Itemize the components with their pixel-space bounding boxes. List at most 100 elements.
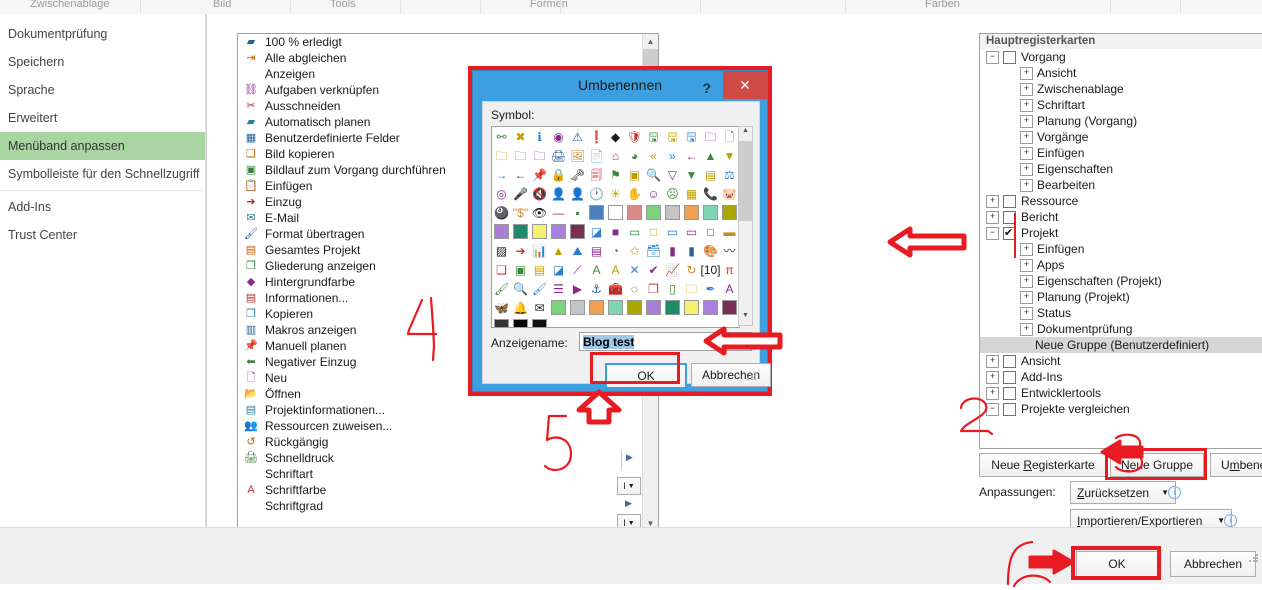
symbol-cell[interactable]: 👤 xyxy=(568,184,587,203)
symbol-cell[interactable]: ✳ xyxy=(606,184,625,203)
symbol-cell[interactable]: 📈 xyxy=(663,260,682,279)
tree-row[interactable]: + Dokumentprüfung xyxy=(980,321,1262,337)
symbol-cell[interactable]: — xyxy=(549,203,568,222)
symbol-cell[interactable]: ▲ xyxy=(701,146,720,165)
tree-row[interactable]: + Vorgänge xyxy=(980,129,1262,145)
symbol-cell[interactable] xyxy=(511,317,530,327)
symbol-cell[interactable]: ☹ xyxy=(663,184,682,203)
symbol-cell[interactable]: ☰ xyxy=(549,279,568,298)
expand-plus-icon[interactable]: + xyxy=(1020,274,1033,288)
symbol-cell[interactable]: 📞 xyxy=(701,184,720,203)
symbol-cell[interactable]: A xyxy=(606,260,625,279)
symbol-cell[interactable]: 🗀 xyxy=(530,146,549,165)
symbol-cell[interactable]: 🔍 xyxy=(511,279,530,298)
tree-row[interactable]: + Schriftart xyxy=(980,97,1262,113)
tree-checkbox[interactable] xyxy=(1003,194,1016,208)
symbol-cell[interactable]: 🗀 xyxy=(682,279,701,298)
symbol-cell[interactable] xyxy=(701,203,720,222)
tree-row[interactable]: + Ansicht xyxy=(980,65,1262,81)
symbol-cell[interactable]: 🔔 xyxy=(511,298,530,317)
symbol-cell[interactable]: ▭ xyxy=(682,222,701,241)
symbol-cell[interactable] xyxy=(625,203,644,222)
symbol-cell[interactable] xyxy=(568,222,587,241)
symbol-cell[interactable]: 🕐 xyxy=(587,184,606,203)
symbol-cell[interactable]: ▲ xyxy=(549,241,568,260)
reset-dropdown[interactable]: Zurücksetzen ▼ xyxy=(1070,481,1176,504)
tree-row[interactable]: + Apps xyxy=(980,257,1262,273)
symbol-cell[interactable]: ▮ xyxy=(682,241,701,260)
symbol-cell[interactable] xyxy=(549,222,568,241)
symbol-picker-grid[interactable]: ⚯ ✖ ℹ ◉ ⚠ ❗ ◆ 🛡 🖫 🖫 🖫 🗀 🗋 🗀 🗀 🗀 🖨 🖼 📄 ⌂ ◕ «» ← ▲ ▼ → ← 📌 🔒 🗝 🗐 ⚑ ▣ 🔍 ▽ ▼ ▤ ⚖ ◎… xyxy=(491,126,740,328)
expand-plus-icon[interactable]: + xyxy=(1020,114,1033,128)
symbol-cell[interactable] xyxy=(606,203,625,222)
expand-plus-icon[interactable]: + xyxy=(986,354,999,368)
symbol-cell[interactable]: 🔒 xyxy=(549,165,568,184)
symbol-cell[interactable] xyxy=(663,203,682,222)
symbol-cell[interactable]: 📊 xyxy=(530,241,549,260)
tree-row[interactable]: + Eigenschaften xyxy=(980,161,1262,177)
symbol-cell[interactable]: 📌 xyxy=(530,165,549,184)
main-tabs-tree[interactable]: Hauptregisterkarten − Vorgang + Ansicht + Zwi… xyxy=(979,33,1262,449)
symbol-cell[interactable]: 🗀 xyxy=(701,127,720,146)
symbol-cell[interactable]: 🐷 xyxy=(720,184,739,203)
symbol-cell[interactable]: ◎ xyxy=(492,184,511,203)
expand-plus-icon[interactable]: + xyxy=(1020,306,1033,320)
tree-row[interactable]: + Ansicht xyxy=(980,353,1262,369)
splitter-handle[interactable]: ▶ xyxy=(621,450,638,470)
tree-checkbox[interactable] xyxy=(1003,370,1016,384)
expand-plus-icon[interactable]: + xyxy=(1020,242,1033,256)
symbol-cell[interactable]: 🖼 xyxy=(568,146,587,165)
symbol-cell[interactable]: ▭ xyxy=(625,222,644,241)
symbol-cell[interactable]: « xyxy=(644,146,663,165)
expand-plus-icon[interactable]: + xyxy=(986,194,999,208)
sidebar-item-dokumentpruefung[interactable]: Dokumentprüfung xyxy=(0,20,205,48)
symbol-cell[interactable]: ➔ xyxy=(511,241,530,260)
symbol-cell[interactable]: ▶ xyxy=(568,279,587,298)
question-mark-icon[interactable]: ? xyxy=(702,74,711,102)
command-list-item[interactable]: A Schriftfarbe xyxy=(238,482,658,498)
close-x-icon[interactable]: ✕ xyxy=(723,71,767,99)
symbol-cell[interactable]: 🛡 xyxy=(625,127,644,146)
sidebar-item-speichern[interactable]: Speichern xyxy=(0,48,205,76)
scroll-down-icon[interactable]: ▼ xyxy=(739,312,752,325)
tree-row[interactable]: − Projekte vergleichen xyxy=(980,401,1262,417)
scroll-up-icon[interactable]: ▲ xyxy=(643,34,658,49)
symbol-cell[interactable]: ◉ xyxy=(549,127,568,146)
tree-row[interactable]: + Bericht xyxy=(980,209,1262,225)
symbol-cell[interactable]: ✩ xyxy=(625,241,644,260)
expand-plus-icon[interactable]: + xyxy=(986,386,999,400)
symbol-cell[interactable]: ⚯ xyxy=(492,127,511,146)
symbol-cell[interactable]: → xyxy=(492,165,511,184)
symbol-cell[interactable]: ← xyxy=(682,146,701,165)
symbol-cell[interactable]: 🧰 xyxy=(606,279,625,298)
tree-row[interactable]: + Eigenschaften (Projekt) xyxy=(980,273,1262,289)
symbol-cell[interactable]: 🎨 xyxy=(701,241,720,260)
tree-row[interactable]: + Add-Ins xyxy=(980,369,1262,385)
symbol-cell[interactable]: ← xyxy=(511,165,530,184)
tree-checkbox[interactable] xyxy=(1003,354,1016,368)
tree-row[interactable]: + Planung (Vorgang) xyxy=(980,113,1262,129)
symbol-cell[interactable]: ▣ xyxy=(625,165,644,184)
symbol-cell[interactable]: 🎤 xyxy=(511,184,530,203)
symbol-cell[interactable] xyxy=(663,298,682,317)
symbol-cell[interactable]: π xyxy=(720,260,739,279)
symbol-cell[interactable]: 〰 xyxy=(720,241,739,260)
symbol-cell[interactable]: ▤ xyxy=(587,241,606,260)
symbol-cell[interactable]: 👤 xyxy=(549,184,568,203)
symbol-cell[interactable]: ✔ xyxy=(644,260,663,279)
scrollbar-thumb[interactable] xyxy=(739,141,752,221)
symbol-cell[interactable]: ⚖ xyxy=(720,165,739,184)
sidebar-item-erweitert[interactable]: Erweitert xyxy=(0,104,205,132)
symbol-cell[interactable] xyxy=(492,317,511,327)
symbol-cell[interactable]: 🗝 xyxy=(568,165,587,184)
tree-row[interactable]: + Einfügen xyxy=(980,241,1262,257)
symbol-cell[interactable]: 🖨 xyxy=(549,146,568,165)
symbol-cell[interactable]: 🖌 xyxy=(530,279,549,298)
tree-checkbox[interactable] xyxy=(1003,402,1016,416)
sidebar-item-sprache[interactable]: Sprache xyxy=(0,76,205,104)
symbol-cell[interactable]: ✖ xyxy=(511,127,530,146)
tree-row[interactable]: Neue Gruppe (Benutzerdefiniert) xyxy=(980,337,1262,353)
tree-row[interactable]: + Zwischenablage xyxy=(980,81,1262,97)
tree-row[interactable]: + Status xyxy=(980,305,1262,321)
tree-row[interactable]: + Einfügen xyxy=(980,145,1262,161)
